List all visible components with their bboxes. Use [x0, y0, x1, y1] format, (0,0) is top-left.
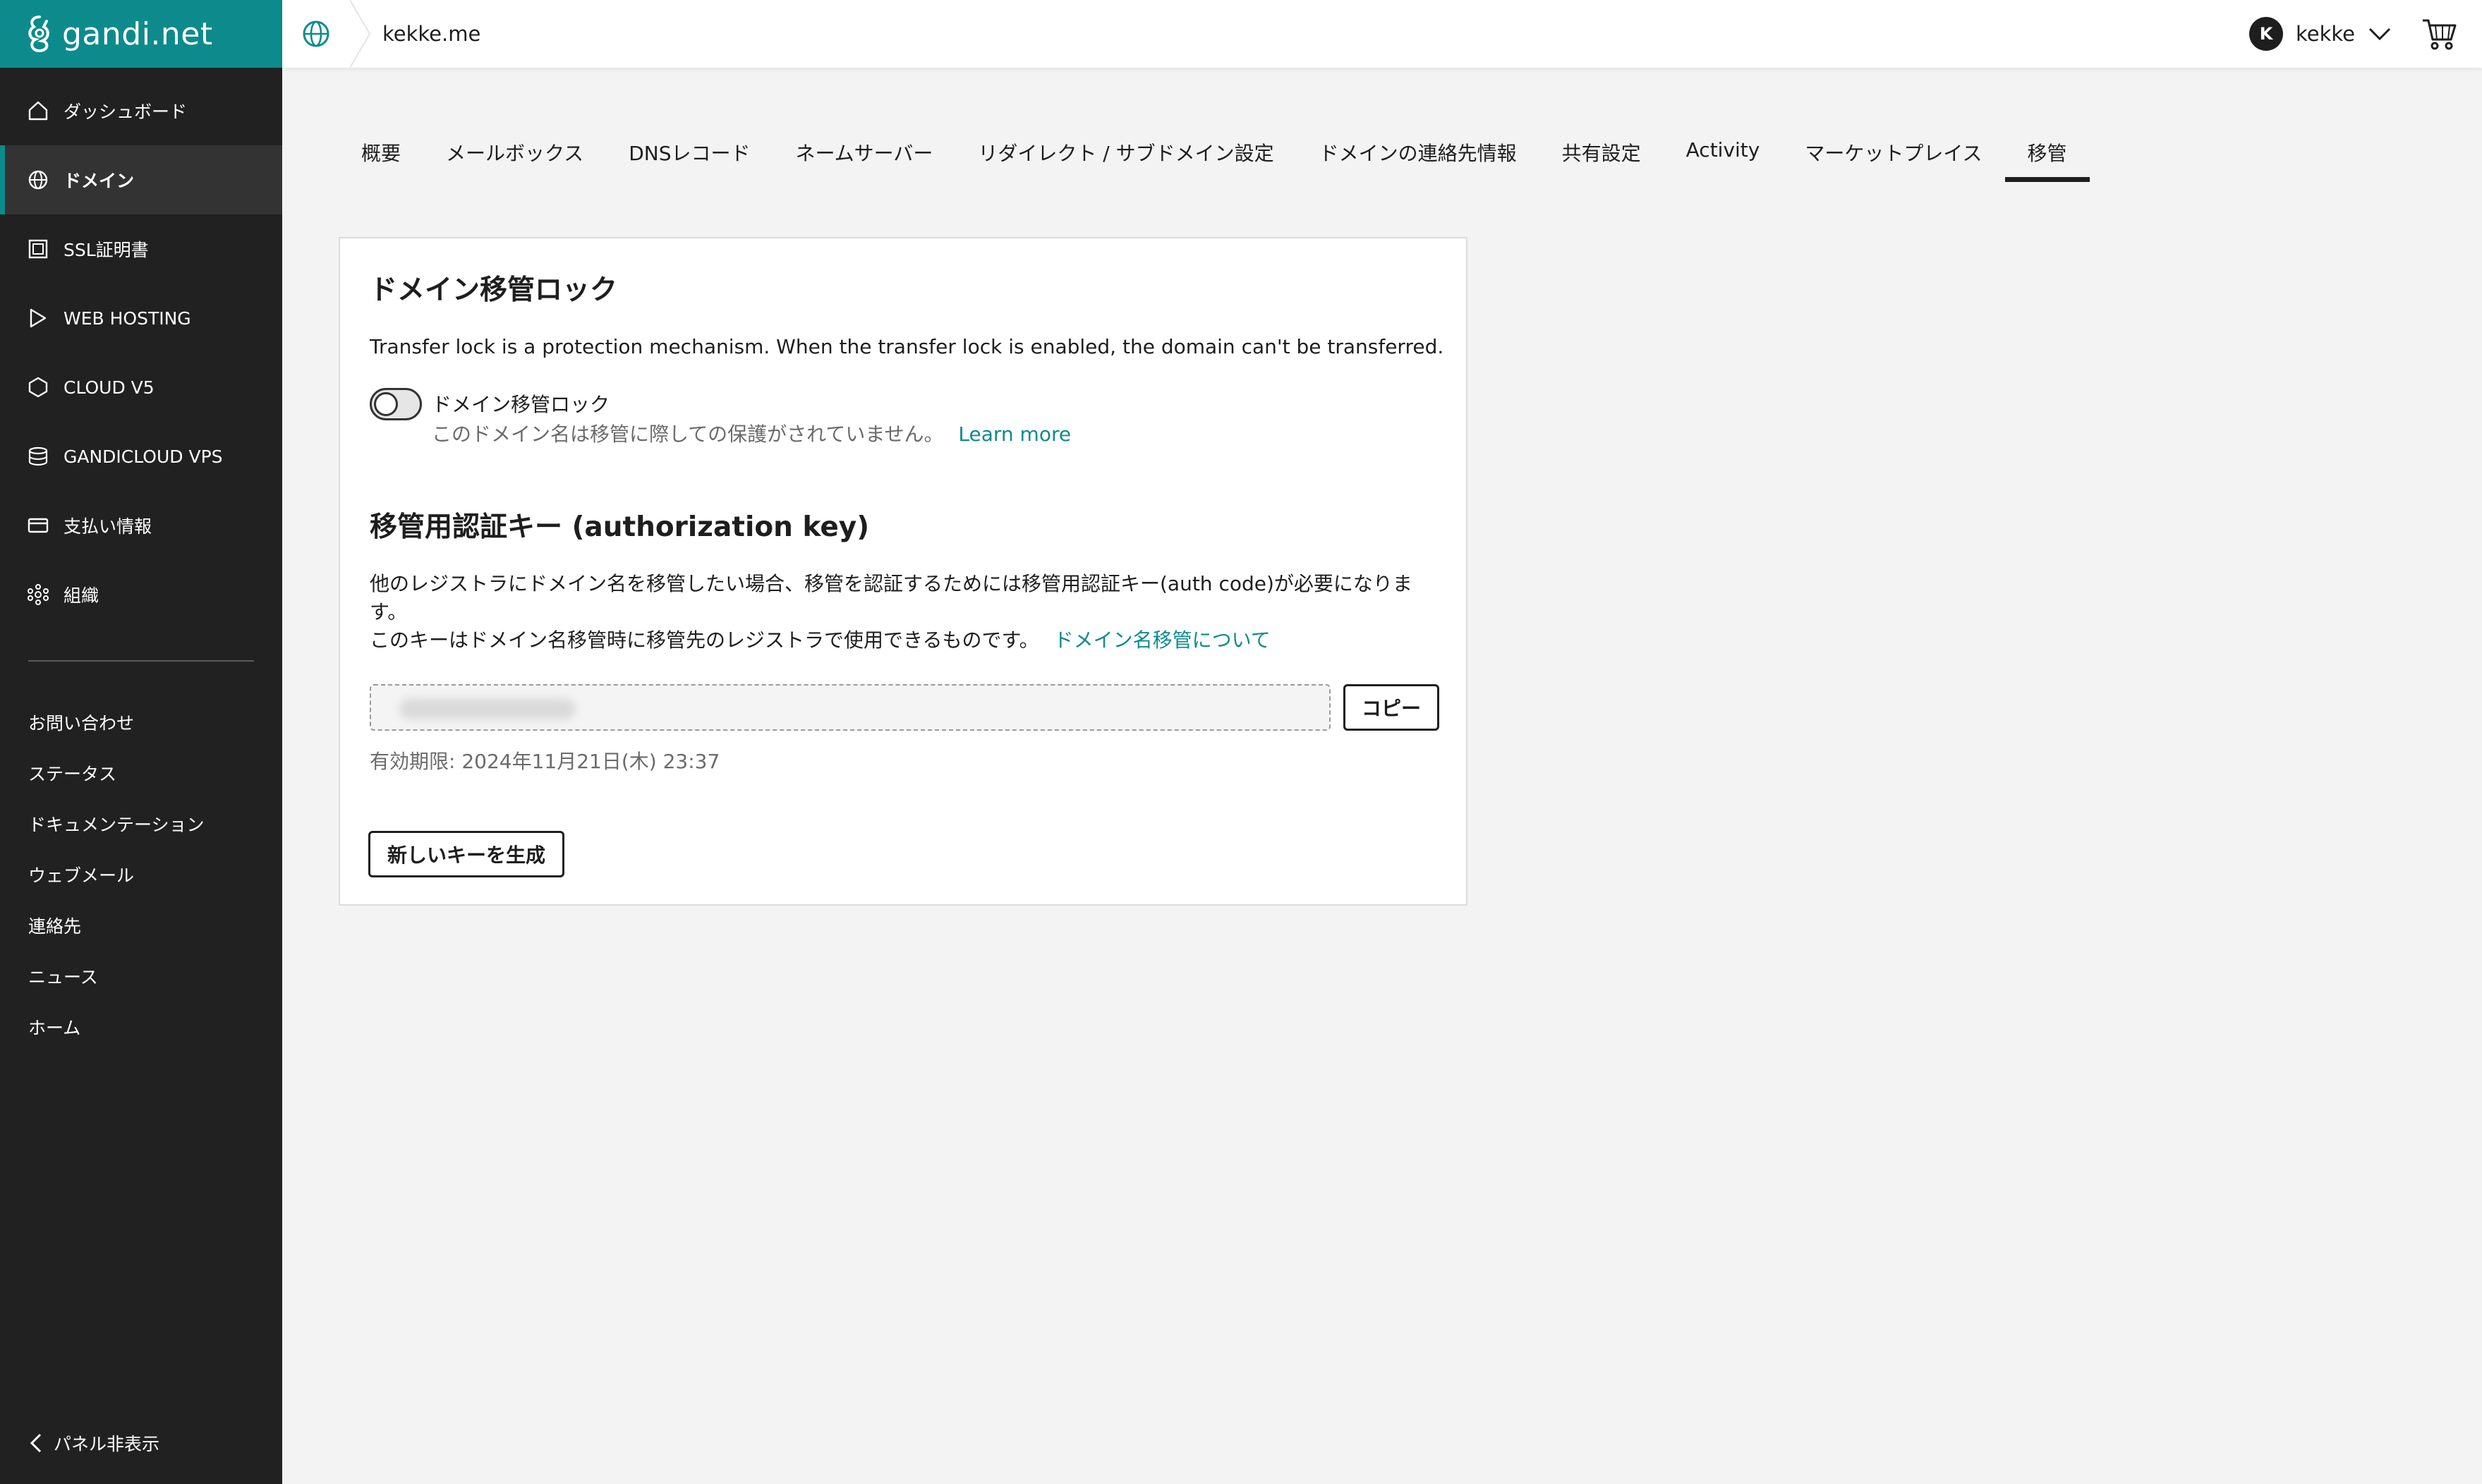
tab-redirects[interactable]: リダイレクト / サブドメイン設定: [955, 133, 1296, 182]
transfer-lock-status: このドメイン名は移管に際しての保護がされていません。 Learn more: [432, 419, 1071, 447]
sidebar-item-label: ドメイン: [63, 171, 135, 191]
sidebar-item-label: ダッシュボード: [63, 102, 188, 122]
auth-key-value-blurred: [399, 698, 576, 719]
sidebar-item-web-hosting[interactable]: WEB HOSTING: [0, 284, 282, 353]
sidebar-link-status[interactable]: ステータス: [0, 748, 282, 798]
sidebar-item-domain[interactable]: ドメイン: [0, 145, 282, 214]
sidebar-item-organization[interactable]: 組織: [0, 560, 282, 629]
hide-panel-label: パネル非表示: [54, 1434, 160, 1454]
sidebar-item-label: 組織: [63, 585, 99, 606]
globe-icon: [27, 169, 49, 191]
transfer-lock-status-text: このドメイン名は移管に際しての保護がされていません。: [432, 422, 944, 446]
transfer-lock-description: Transfer lock is a protection mechanism.…: [370, 335, 1444, 358]
tab-activity[interactable]: Activity: [1664, 133, 1783, 182]
auth-key-field[interactable]: [370, 684, 1331, 731]
tab-marketplace[interactable]: マーケットプレイス: [1782, 133, 2004, 182]
auth-key-description-1: 他のレジストラにドメイン名を移管したい場合、移管を認証するためには移管用認証キー…: [370, 572, 1412, 595]
sidebar: gandi.net ダッシュボード ドメイン SSL証明書 WEB HOSTIN…: [0, 0, 282, 1484]
tab-sharing[interactable]: 共有設定: [1539, 133, 1664, 182]
hide-panel-button[interactable]: パネル非表示: [28, 1430, 159, 1456]
breadcrumb-separator: [350, 0, 371, 68]
auth-key-expiry: 有効期限: 2024年11月21日(木) 23:37: [370, 750, 720, 773]
sidebar-link-contacts[interactable]: 連絡先: [0, 900, 282, 951]
server-icon: [27, 445, 49, 468]
auth-key-description-2-text: このキーはドメイン名移管時に移管先のレジストラで使用できるものです。: [370, 628, 1039, 652]
organization-icon: [27, 583, 49, 606]
sidebar-item-label: GANDICLOUD VPS: [63, 446, 223, 467]
page-title: kekke.me: [382, 22, 481, 46]
sidebar-item-cloud-v5[interactable]: CLOUD V5: [0, 353, 282, 422]
gandi-logo-icon: [28, 16, 49, 53]
sidebar-link-news[interactable]: ニュース: [0, 951, 282, 1002]
auth-key-description-1b: す。: [370, 600, 408, 624]
sidebar-item-label: WEB HOSTING: [63, 308, 191, 329]
transfer-lock-heading: ドメイン移管ロック: [370, 274, 618, 306]
tab-nameservers[interactable]: ネームサーバー: [773, 133, 955, 182]
sidebar-item-dashboard[interactable]: ダッシュボード: [0, 76, 282, 145]
sidebar-links: お問い合わせ ステータス ドキュメンテーション ウェブメール 連絡先 ニュース …: [0, 697, 282, 1052]
auth-key-description-2: このキーはドメイン名移管時に移管先のレジストラで使用できるものです。 ドメイン名…: [370, 626, 1271, 655]
globe-icon: [303, 20, 329, 47]
domain-tabs: 概要 メールボックス DNSレコード ネームサーバー リダイレクト / サブドメ…: [339, 133, 2090, 182]
cloud-icon: [27, 376, 49, 399]
breadcrumb-domains[interactable]: [282, 0, 350, 68]
top-header: kekke.me K kekke: [282, 0, 2482, 68]
tab-contacts[interactable]: ドメインの連絡先情報: [1297, 133, 1539, 182]
generate-key-button[interactable]: 新しいキーを生成: [368, 831, 564, 877]
chevron-down-icon: [2368, 28, 2391, 41]
user-menu[interactable]: K kekke: [2249, 0, 2392, 68]
auth-key-heading: 移管用認証キー (authorization key): [370, 511, 870, 543]
sidebar-item-billing[interactable]: 支払い情報: [0, 491, 282, 560]
sidebar-link-webmail[interactable]: ウェブメール: [0, 849, 282, 900]
avatar: K: [2249, 17, 2283, 51]
sidebar-item-gandicloud-vps[interactable]: GANDICLOUD VPS: [0, 422, 282, 491]
sidebar-link-contact[interactable]: お問い合わせ: [0, 697, 282, 748]
sidebar-item-ssl[interactable]: SSL証明書: [0, 214, 282, 284]
tab-mailboxes[interactable]: メールボックス: [423, 133, 606, 182]
app-root: gandi.net ダッシュボード ドメイン SSL証明書 WEB HOSTIN…: [0, 0, 2482, 1484]
card-icon: [27, 514, 49, 537]
tab-dns-records[interactable]: DNSレコード: [606, 133, 773, 182]
sidebar-item-label: 支払い情報: [63, 516, 152, 537]
username: kekke: [2296, 22, 2355, 46]
cart-icon[interactable]: [2421, 17, 2458, 51]
tab-overview[interactable]: 概要: [339, 133, 423, 182]
home-icon: [27, 99, 49, 122]
learn-more-link[interactable]: Learn more: [958, 422, 1071, 446]
gandi-logo[interactable]: gandi.net: [0, 0, 282, 68]
certificate-icon: [27, 238, 49, 260]
transfer-card: ドメイン移管ロック Transfer lock is a protection …: [339, 237, 1467, 906]
domain-transfer-info-link[interactable]: ドメイン名移管について: [1054, 628, 1271, 652]
chevron-left-icon: [30, 1433, 42, 1453]
sidebar-divider: [28, 660, 254, 662]
sidebar-link-home[interactable]: ホーム: [0, 1002, 282, 1052]
transfer-lock-toggle-label: ドメイン移管ロック: [432, 393, 610, 416]
tab-transfer[interactable]: 移管: [2004, 133, 2090, 182]
sidebar-link-documentation[interactable]: ドキュメンテーション: [0, 798, 282, 849]
sidebar-nav: ダッシュボード ドメイン SSL証明書 WEB HOSTING CLOUD V5…: [0, 76, 282, 629]
transfer-lock-toggle[interactable]: [370, 388, 422, 420]
sidebar-item-label: CLOUD V5: [63, 377, 155, 398]
copy-button[interactable]: コピー: [1343, 684, 1439, 731]
hosting-icon: [27, 307, 49, 329]
sidebar-item-label: SSL証明書: [63, 240, 149, 260]
brand-name: gandi.net: [62, 16, 213, 52]
toggle-knob: [374, 392, 398, 416]
